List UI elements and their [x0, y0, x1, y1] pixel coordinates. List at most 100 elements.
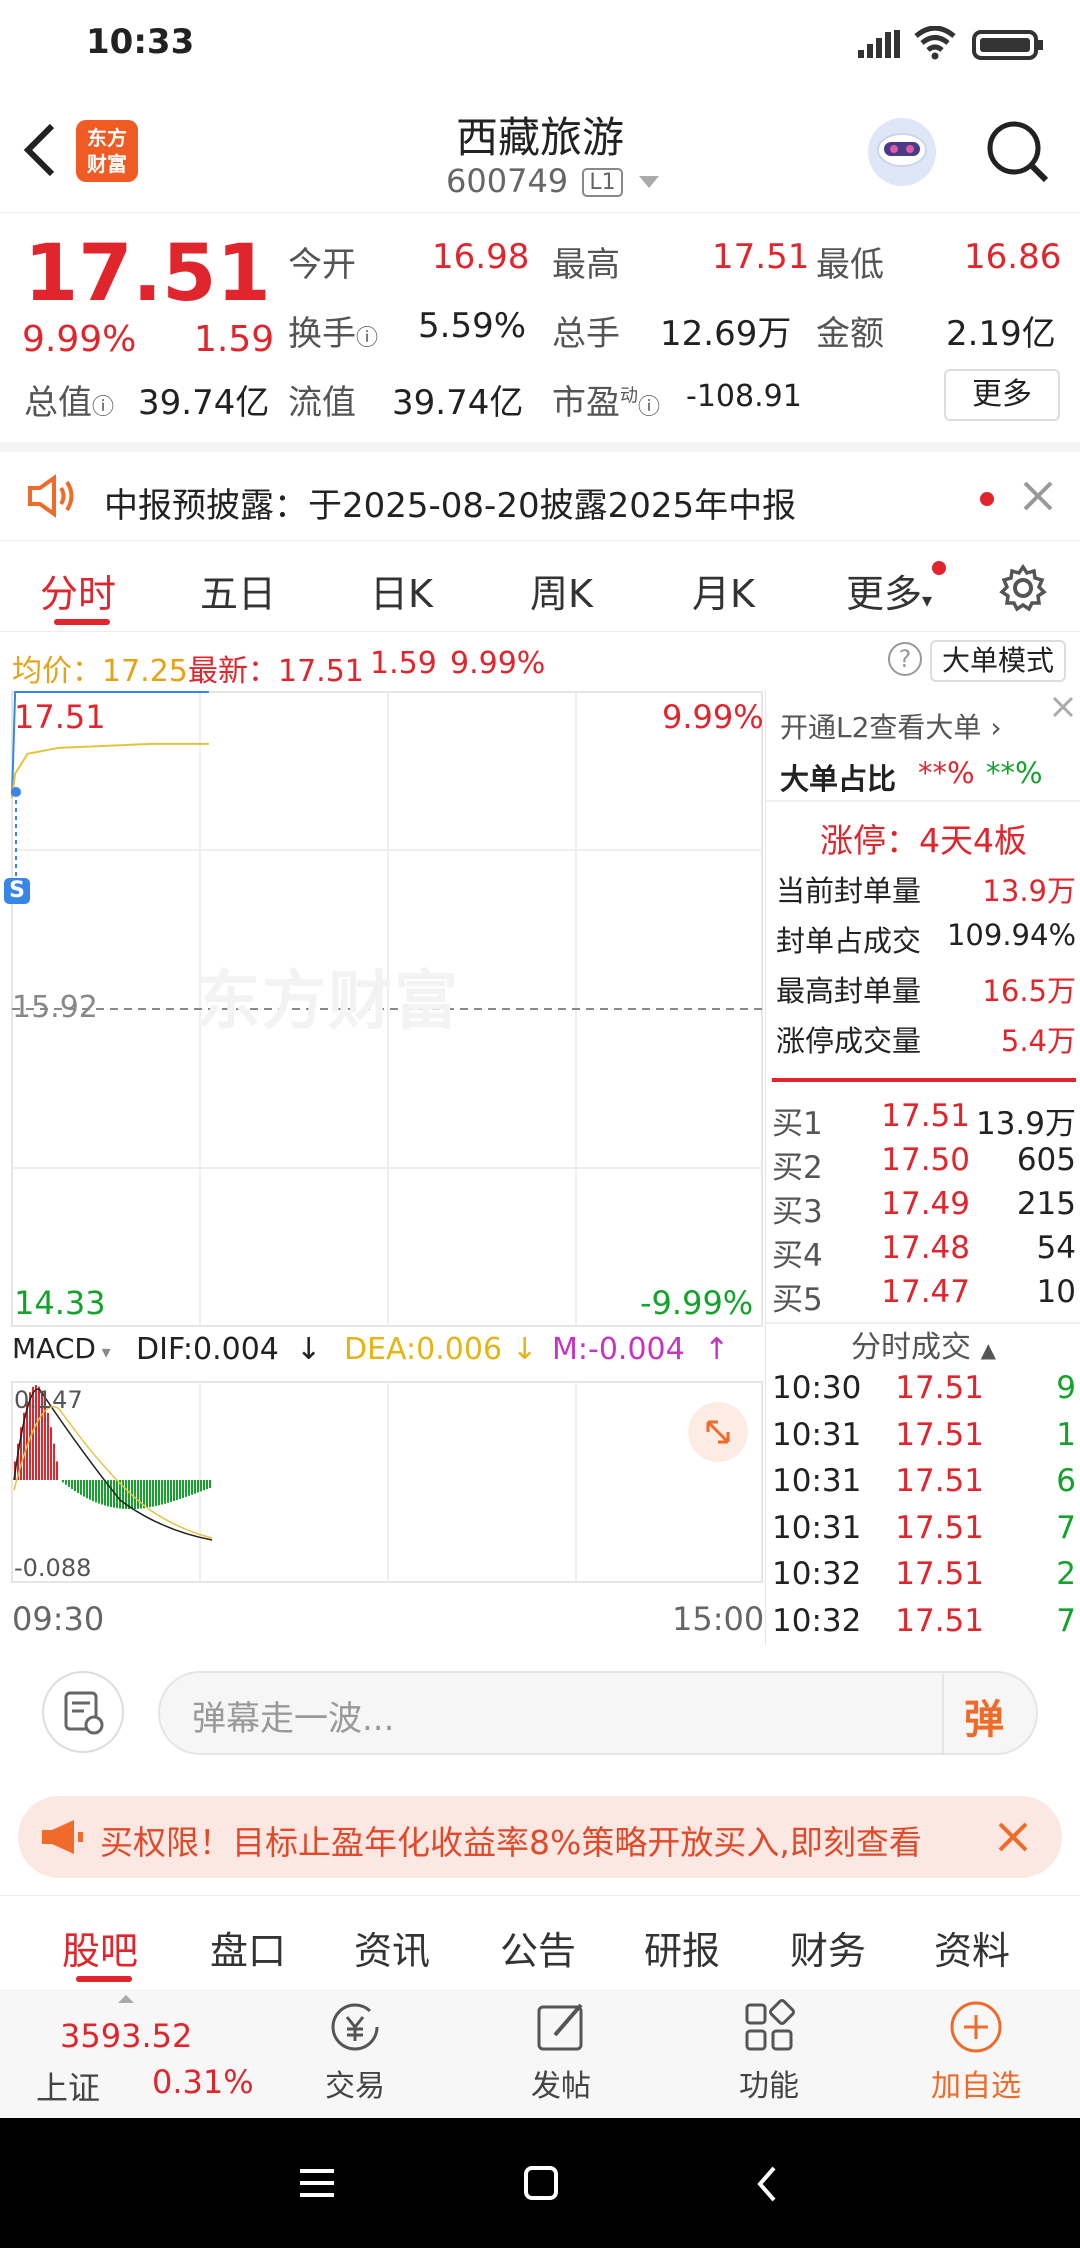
plus-circle-icon: [950, 2001, 1002, 2053]
system-nav-bar: [0, 2118, 1080, 2248]
trade-button[interactable]: 交易: [300, 1997, 410, 2105]
tab-five-day[interactable]: 五日: [200, 563, 276, 618]
quote-panel: 17.51 9.99% 1.59 总值ⓘ 39.74亿 今开 16.98 最高 …: [0, 212, 1080, 442]
big-ratio-label: 大单占比: [780, 762, 897, 796]
mktcap-value: 39.74亿: [138, 383, 270, 423]
chart-svg: [11, 691, 763, 1583]
close-icon[interactable]: [1022, 480, 1054, 516]
macd-bar: [101, 1480, 103, 1505]
gear-icon[interactable]: [998, 563, 1048, 617]
turnover-value: 5.59%: [418, 306, 527, 346]
bid-book: 买1 17.51 13.9万 买2 17.50 605 买3 17.49 215 买4 17.…: [772, 1098, 1076, 1318]
info-icon[interactable]: ⓘ: [356, 326, 378, 351]
add-watchlist-button[interactable]: 加自选: [916, 1997, 1036, 2105]
tab-forum[interactable]: 股吧: [62, 1920, 138, 1975]
ticks-title[interactable]: 分时成交 ▲: [766, 1322, 1080, 1366]
m-arrow-icon: ↑: [704, 1332, 730, 1367]
dif-value: DIF:0.004: [136, 1332, 279, 1367]
big-ratio-b: **%: [986, 756, 1043, 790]
info-icon[interactable]: ⓘ: [92, 395, 114, 420]
tab-announcements[interactable]: 公告: [500, 1920, 576, 1975]
dif-arrow-icon: ↓: [296, 1332, 322, 1367]
order-side-panel: 开通L2查看大单 › 大单占比 **% **% 涨停：4天4板 当前封单量 13.…: [765, 690, 1080, 1645]
dea-arrow-icon: ↓: [512, 1332, 538, 1367]
tick-row: 10:31 17.51 6: [772, 1463, 1076, 1499]
functions-button[interactable]: 功能: [714, 1997, 824, 2105]
bid-row: 买5 17.47 10: [772, 1274, 1076, 1318]
open-value: 16.98: [432, 237, 530, 277]
index-ticker[interactable]: 3593.52 上证 0.31%: [0, 1991, 258, 2118]
macd-selector[interactable]: MACD ▾: [12, 1332, 111, 1365]
axis-bottom-price: 14.33: [14, 1284, 106, 1322]
search-icon[interactable]: [984, 118, 1052, 190]
macd-bar: [71, 1480, 73, 1490]
tab-research[interactable]: 研报: [644, 1920, 720, 1975]
grid-icon: [745, 1999, 795, 2051]
intraday-chart[interactable]: 东方财富 17.51 9.99% 15.92 14.33 -9.99% S MA…: [0, 690, 765, 1645]
notes-icon[interactable]: [42, 1671, 124, 1753]
macd-bar: [161, 1480, 163, 1505]
level-badge: L1: [582, 168, 623, 197]
seal-row: 当前封单量 13.9万: [776, 874, 1076, 908]
megaphone-icon: [40, 1818, 84, 1860]
axis-top-price: 17.51: [14, 698, 106, 736]
chevron-down-icon: [638, 176, 659, 188]
notice-bar[interactable]: 中报预披露：于2025-08-20披露2025年中报: [0, 442, 1080, 540]
tick-row: 10:32 17.51 2: [772, 1556, 1076, 1592]
tick-row: 10:31 17.51 1: [772, 1416, 1076, 1453]
back-nav-icon[interactable]: [756, 2166, 778, 2206]
divider: [772, 1078, 1076, 1082]
tab-weekly-k[interactable]: 周K: [530, 563, 593, 618]
macd-bar: [116, 1480, 118, 1509]
change-value: 1.59: [194, 319, 275, 360]
macd-bar: [68, 1480, 70, 1487]
tab-daily-k[interactable]: 日K: [370, 563, 433, 618]
bid-row: 买1 17.51 13.9万: [772, 1098, 1076, 1142]
chevron-up-icon: [118, 1995, 134, 2003]
high-label: 最高: [552, 245, 620, 285]
macd-bar: [77, 1480, 79, 1494]
macd-bar: [203, 1480, 205, 1491]
tab-finance[interactable]: 财务: [790, 1920, 866, 1975]
big-order-mode-button[interactable]: 大单模式: [930, 640, 1067, 682]
home-icon[interactable]: [524, 2166, 558, 2204]
menu-icon[interactable]: [300, 2168, 334, 2202]
tab-monthly-k[interactable]: 月K: [692, 563, 755, 618]
tab-more[interactable]: 更多▾: [846, 563, 932, 618]
promo-banner[interactable]: 买权限！目标止盈年化收益率8%策略开放买入,即刻查看: [18, 1796, 1062, 1878]
bid-row: 买3 17.49 215: [772, 1186, 1076, 1230]
add-watchlist-label: 加自选: [931, 2069, 1021, 2104]
big-ratio-a: **%: [918, 756, 975, 790]
close-icon[interactable]: [996, 1820, 1030, 1858]
yen-icon: [331, 2003, 379, 2051]
macd-bar: [50, 1427, 52, 1480]
macd-bar: [185, 1480, 187, 1497]
volume-label: 总手: [552, 314, 620, 354]
macd-bar: [209, 1480, 211, 1489]
low-label: 最低: [816, 245, 884, 285]
tab-handicap[interactable]: 盘口: [210, 1920, 286, 1975]
robot-assistant-icon[interactable]: [862, 112, 942, 192]
macd-bar: [188, 1480, 190, 1496]
high-value: 17.51: [712, 237, 810, 277]
barrage-send-button[interactable]: 弹: [964, 1687, 1004, 1745]
macd-bar: [137, 1480, 139, 1509]
tab-intraday[interactable]: 分时: [40, 563, 116, 618]
latest-price: 最新：17.51: [188, 654, 364, 689]
trade-label: 交易: [325, 2069, 385, 2104]
tab-news[interactable]: 资讯: [354, 1920, 430, 1975]
status-time: 10:33: [86, 22, 195, 62]
info-icon[interactable]: ⓘ: [638, 395, 660, 420]
macd-bar: [80, 1480, 82, 1495]
close-icon[interactable]: [1050, 694, 1076, 724]
more-button[interactable]: 更多: [944, 369, 1060, 421]
tab-profile[interactable]: 资料: [934, 1920, 1010, 1975]
expand-icon[interactable]: [688, 1402, 748, 1462]
post-button[interactable]: 发帖: [506, 1997, 616, 2105]
help-icon[interactable]: ?: [888, 642, 922, 676]
l2-upsell[interactable]: 开通L2查看大单 ›: [766, 690, 1080, 762]
stock-code[interactable]: 600749 L1: [446, 162, 659, 200]
barrage-input[interactable]: 弹幕走一波... 弹: [158, 1671, 1038, 1755]
signal-s-badge[interactable]: S: [4, 878, 30, 904]
l2-upsell-text: 开通L2查看大单 ›: [780, 711, 1002, 744]
